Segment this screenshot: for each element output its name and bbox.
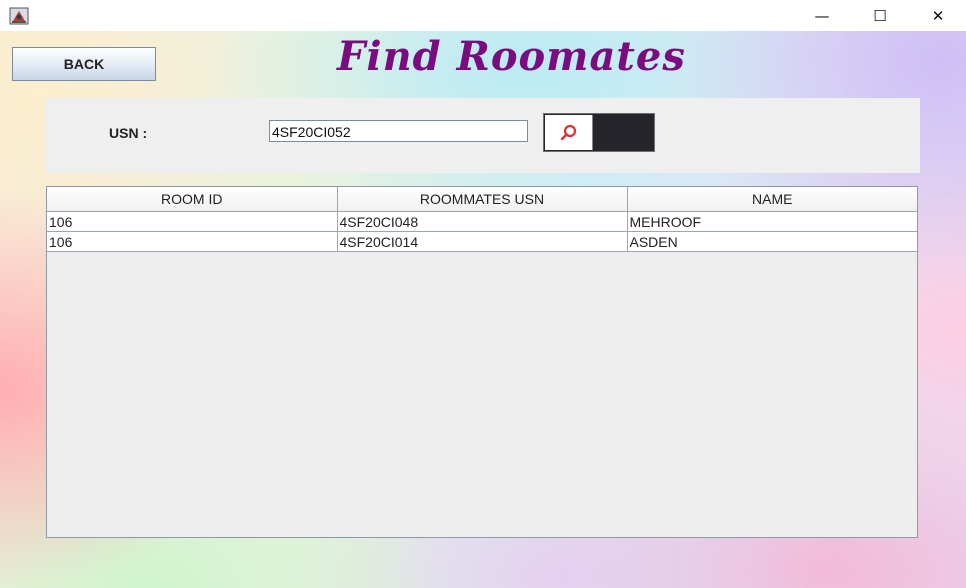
cell-roommate-usn[interactable]: 4SF20CI048 xyxy=(337,211,628,232)
java-app-icon xyxy=(9,7,29,25)
search-icon xyxy=(560,124,576,140)
usn-label: USN : xyxy=(109,125,148,141)
page-title: Find Roomates xyxy=(337,33,686,80)
minimize-button[interactable]: — xyxy=(793,0,851,31)
usn-input[interactable] xyxy=(269,120,528,142)
search-panel: USN : xyxy=(46,98,920,173)
close-button[interactable]: ✕ xyxy=(909,0,966,31)
search-button-face xyxy=(545,115,593,150)
cell-roommate-usn[interactable]: 4SF20CI014 xyxy=(337,231,628,252)
main-content: BACK Find Roomates USN : ROOM ID ROOMMAT… xyxy=(0,31,966,588)
window-titlebar: — ☐ ✕ xyxy=(0,0,966,31)
roommates-table: ROOM ID ROOMMATES USN NAME 106 4SF20CI04… xyxy=(46,186,918,538)
maximize-button[interactable]: ☐ xyxy=(851,0,909,31)
column-header-roommates-usn[interactable]: ROOMMATES USN xyxy=(337,187,628,212)
search-button[interactable] xyxy=(543,113,655,152)
table-row[interactable]: 106 4SF20CI014 ASDEN xyxy=(47,231,917,252)
table-row[interactable]: 106 4SF20CI048 MEHROOF xyxy=(47,211,917,232)
back-button[interactable]: BACK xyxy=(12,47,156,81)
table-header-row: ROOM ID ROOMMATES USN NAME xyxy=(47,187,917,212)
results-table: ROOM ID ROOMMATES USN NAME 106 4SF20CI04… xyxy=(47,187,917,252)
column-header-room-id[interactable]: ROOM ID xyxy=(47,187,338,212)
cell-room-id[interactable]: 106 xyxy=(47,231,338,252)
cell-room-id[interactable]: 106 xyxy=(47,211,338,232)
cell-name[interactable]: ASDEN xyxy=(627,231,917,252)
cell-name[interactable]: MEHROOF xyxy=(627,211,917,232)
column-header-name[interactable]: NAME xyxy=(627,187,917,212)
